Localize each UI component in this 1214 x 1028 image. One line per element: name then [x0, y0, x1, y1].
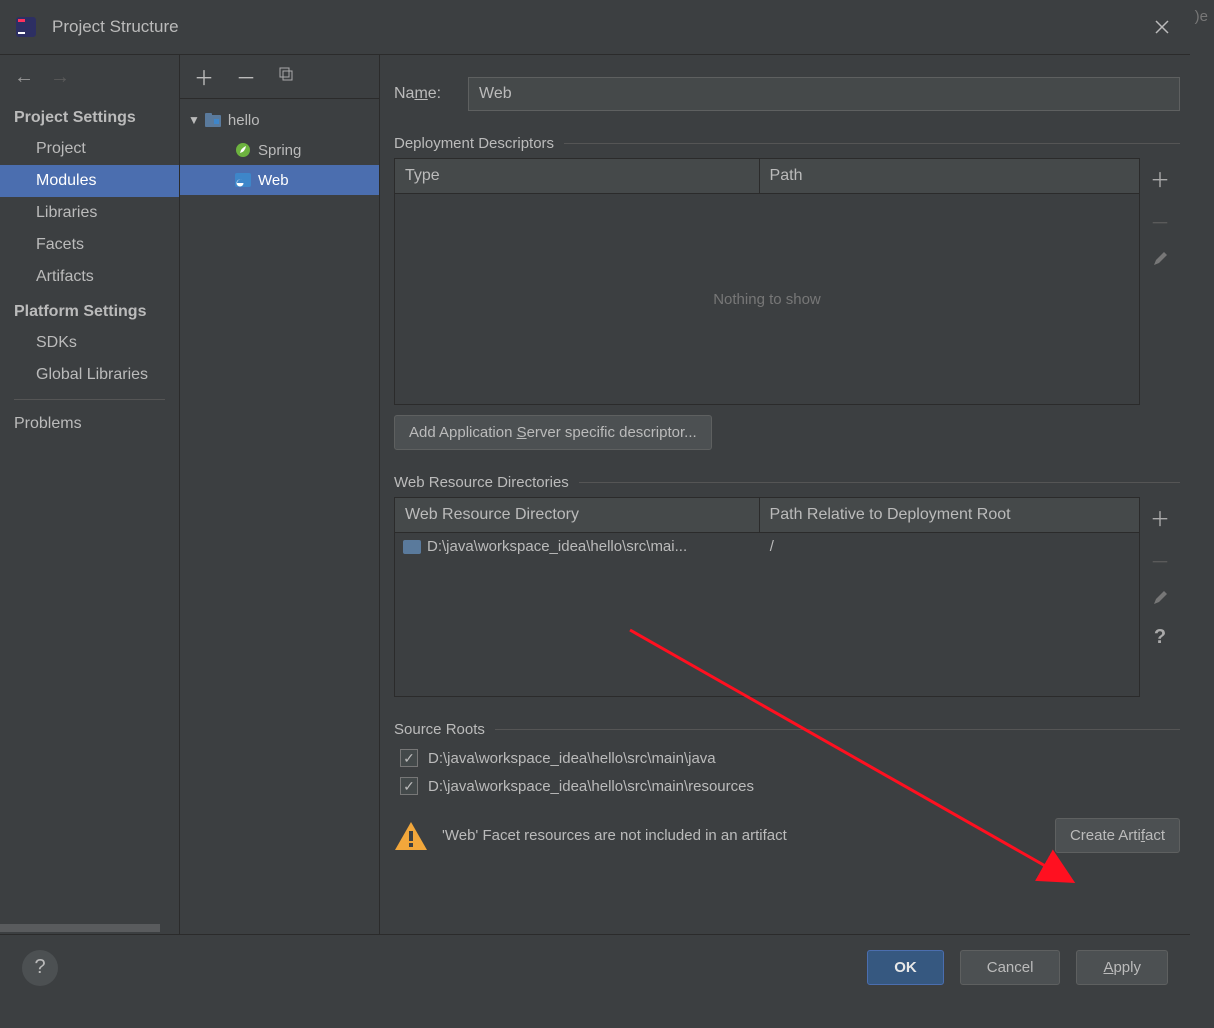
- tree-node-web[interactable]: Web: [180, 165, 379, 195]
- nav-history: ← →: [0, 55, 179, 99]
- web-resource-dirs-title: Web Resource Directories: [394, 474, 1180, 491]
- remove-icon[interactable]: －: [1150, 207, 1170, 236]
- nav-modules[interactable]: Modules: [0, 165, 179, 197]
- source-root-row[interactable]: ✓ D:\java\workspace_idea\hello\src\main\…: [394, 772, 1180, 800]
- divider: [14, 399, 165, 400]
- add-icon[interactable]: ＋: [1150, 503, 1170, 532]
- source-root-path: D:\java\workspace_idea\hello\src\main\re…: [428, 778, 754, 795]
- tree-node-hello[interactable]: ▼ hello: [180, 105, 379, 135]
- add-icon[interactable]: ＋: [1150, 164, 1170, 193]
- dd-tools: ＋ －: [1140, 158, 1180, 405]
- warning-icon: [394, 821, 428, 851]
- create-artifact-button[interactable]: Create Artifact: [1055, 818, 1180, 853]
- nav-facets[interactable]: Facets: [0, 229, 179, 261]
- source-roots-title: Source Roots: [394, 721, 1180, 738]
- wrd-dir: D:\java\workspace_idea\hello\src\mai...: [427, 538, 687, 555]
- help-icon[interactable]: ?: [1154, 626, 1166, 649]
- tree-label: Web: [258, 172, 289, 189]
- help-button[interactable]: ?: [22, 950, 58, 986]
- window-title: Project Structure: [52, 17, 179, 37]
- module-icon: [204, 111, 222, 129]
- remove-icon[interactable]: －: [1150, 546, 1170, 575]
- edit-icon[interactable]: [1152, 250, 1168, 273]
- nav-artifacts[interactable]: Artifacts: [0, 261, 179, 293]
- forward-arrow-icon[interactable]: →: [50, 66, 70, 89]
- tree-node-spring[interactable]: Spring: [180, 135, 379, 165]
- close-button[interactable]: [1148, 13, 1176, 41]
- web-resource-dirs-table: Web Resource Directory Path Relative to …: [394, 497, 1140, 697]
- warning-text: 'Web' Facet resources are not included i…: [442, 827, 1041, 844]
- project-structure-window: Project Structure ← → Project Settings P…: [0, 0, 1190, 1000]
- module-tree-panel: ＋ － ▼ hello: [180, 55, 380, 934]
- wrd-header-path[interactable]: Path Relative to Deployment Root: [760, 498, 1139, 532]
- remove-icon[interactable]: －: [236, 62, 256, 91]
- tree-label: Spring: [258, 142, 301, 159]
- ok-button[interactable]: OK: [867, 950, 944, 985]
- add-server-descriptor-button[interactable]: Add Application Server specific descript…: [394, 415, 712, 450]
- module-tree: ▼ hello Spring: [180, 99, 379, 195]
- nav-project[interactable]: Project: [0, 133, 179, 165]
- intellij-icon: [14, 15, 38, 39]
- dialog-footer: ? OK Cancel Apply: [0, 934, 1190, 1000]
- deployment-descriptors-title: Deployment Descriptors: [394, 135, 1180, 152]
- web-icon: [234, 171, 252, 189]
- check-icon: ✓: [403, 750, 415, 767]
- wrd-tools: ＋ － ?: [1140, 497, 1180, 697]
- cancel-button[interactable]: Cancel: [960, 950, 1061, 985]
- deployment-descriptors-table: Type Path Nothing to show: [394, 158, 1140, 405]
- name-label: Name:: [394, 85, 468, 103]
- dd-header-path[interactable]: Path: [760, 159, 1139, 193]
- folder-icon: [403, 540, 421, 554]
- wrd-path: /: [770, 538, 774, 555]
- facet-name-input[interactable]: [468, 77, 1180, 111]
- checkbox[interactable]: ✓: [400, 777, 418, 795]
- check-icon: ✓: [403, 778, 415, 795]
- nav-sdks[interactable]: SDKs: [0, 327, 179, 359]
- tree-toolbar: ＋ －: [180, 55, 379, 99]
- source-root-path: D:\java\workspace_idea\hello\src\main\ja…: [428, 750, 716, 767]
- settings-sidebar: ← → Project Settings Project Modules Lib…: [0, 55, 180, 934]
- spring-icon: [234, 141, 252, 159]
- table-row[interactable]: D:\java\workspace_idea\hello\src\mai... …: [395, 533, 1139, 560]
- edit-icon[interactable]: [1152, 589, 1168, 612]
- nav-libraries[interactable]: Libraries: [0, 197, 179, 229]
- copy-icon[interactable]: [278, 65, 294, 88]
- dd-header-type[interactable]: Type: [395, 159, 760, 193]
- expand-icon[interactable]: ▼: [188, 113, 200, 127]
- tree-label: hello: [228, 112, 260, 129]
- checkbox[interactable]: ✓: [400, 749, 418, 767]
- back-arrow-icon[interactable]: ←: [14, 66, 34, 89]
- dd-empty-text: Nothing to show: [395, 194, 1139, 404]
- nav-global-libraries[interactable]: Global Libraries: [0, 359, 179, 391]
- wrd-header-dir[interactable]: Web Resource Directory: [395, 498, 760, 532]
- add-icon[interactable]: ＋: [194, 62, 214, 91]
- apply-button[interactable]: Apply: [1076, 950, 1168, 985]
- background-fragment: )e: [1195, 8, 1208, 25]
- source-root-row[interactable]: ✓ D:\java\workspace_idea\hello\src\main\…: [394, 744, 1180, 772]
- project-settings-header: Project Settings: [0, 99, 179, 133]
- platform-settings-header: Platform Settings: [0, 293, 179, 327]
- titlebar: Project Structure: [0, 0, 1190, 54]
- nav-problems[interactable]: Problems: [0, 408, 179, 440]
- horizontal-scrollbar[interactable]: [0, 924, 160, 932]
- facet-config-panel: Name: Deployment Descriptors Type Path N…: [380, 55, 1190, 934]
